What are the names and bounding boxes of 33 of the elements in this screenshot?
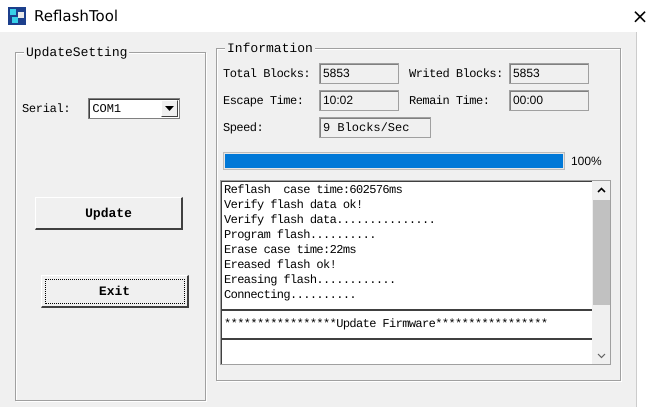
value-field: 00:00 [509,90,589,111]
dropdown-arrow-icon [165,106,174,111]
value-field: 5853 [319,63,399,84]
field-label: Escape Time: [223,94,304,108]
field-label: Writed Blocks: [409,66,504,80]
field-label: Remain Time: [409,94,490,108]
field-label: Total Blocks: [223,66,312,80]
log-line: Reflash case time:602576ms [224,183,404,198]
log-line: Verify flash data............... [224,213,436,228]
close-button[interactable]: × [617,0,663,32]
log-line: Connecting.......... [224,288,358,303]
group-title: UpdateSetting [24,45,130,60]
field-label: Speed: [223,120,264,134]
log-line: Erase case time:22ms [224,243,358,258]
value-field: 5853 [509,63,589,84]
scroll-up-icon[interactable] [596,186,606,192]
window-title: ReflashTool [34,7,120,25]
cube-logo-icon [8,7,26,25]
action-button[interactable]: Exit [41,275,189,308]
scroll-down-icon[interactable] [596,352,606,358]
serial-dropdown[interactable]: COM1 [88,98,180,119]
log-line: Program flash.......... [224,228,377,243]
log-line: Verify flash data ok! [224,198,364,213]
log-line: Ereasing flash............ [224,273,397,288]
serial-label: Serial: [22,102,70,116]
scrollbar[interactable] [592,181,610,364]
progress-percent: 100% [571,154,602,168]
log-line: *****************Update Firmware***************** [224,317,548,332]
log-line: Ereased flash ok! [224,258,338,273]
scroll-thumb[interactable] [592,200,610,305]
value-field: 9 Blocks/Sec [319,117,431,138]
action-button[interactable]: Update [35,197,183,230]
value-field: 10:02 [319,90,399,111]
